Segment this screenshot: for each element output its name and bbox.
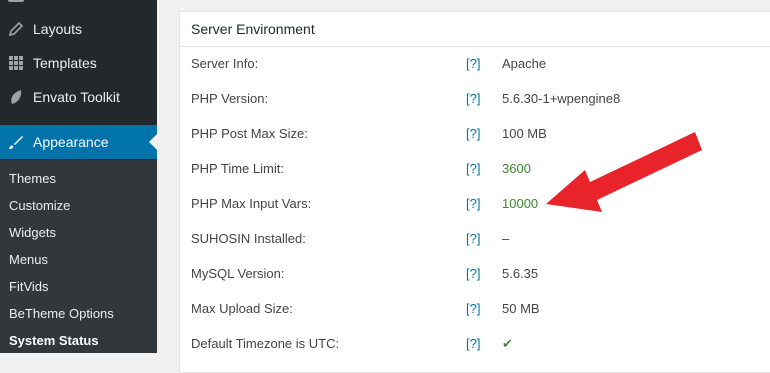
appearance-submenu: Themes Customize Widgets Menus FitVids B… [0, 160, 157, 353]
row-label: PHP Max Input Vars: [191, 196, 312, 211]
help-link[interactable]: [?] [466, 336, 480, 351]
table-row: Max Upload Size: [?] 50 MB [180, 292, 770, 327]
row-label: PHP Version: [191, 91, 269, 106]
submenu-item-themes[interactable]: Themes [9, 169, 56, 189]
row-label: PHP Post Max Size: [191, 126, 308, 141]
row-label: Default Timezone is UTC: [191, 336, 340, 351]
row-value: Apache [502, 56, 547, 71]
row-value: 5.6.30-1+wpengine8 [502, 91, 621, 106]
help-link[interactable]: [?] [466, 266, 480, 281]
table-row: MySQL Version: [?] 5.6.35 [180, 257, 770, 292]
help-link[interactable]: [?] [466, 231, 480, 246]
leaf-icon [6, 87, 26, 107]
menu-item-layouts[interactable]: Layouts [0, 12, 157, 46]
menu-item-label: Appearance [33, 134, 109, 150]
menu-icon [8, 0, 24, 2]
submenu-item-betheme-options[interactable]: BeTheme Options [9, 304, 114, 324]
pencil-icon [6, 19, 26, 39]
panel-title: Server Environment [180, 12, 770, 47]
row-value: – [502, 231, 510, 246]
table-row: SUHOSIN Installed: [?] – [180, 222, 770, 257]
menu-item-label: Layouts [33, 21, 83, 37]
checkmark-icon: ✔ [502, 336, 513, 351]
help-link[interactable]: [?] [466, 196, 480, 211]
help-link[interactable]: [?] [466, 161, 480, 176]
submenu-item-customize[interactable]: Customize [9, 196, 70, 216]
row-label: PHP Time Limit: [191, 161, 284, 176]
help-link[interactable]: [?] [466, 91, 480, 106]
row-value: 5.6.35 [502, 266, 539, 281]
menu-item-appearance[interactable]: Appearance [0, 125, 157, 159]
help-link[interactable]: [?] [466, 301, 480, 316]
grid-icon [6, 53, 26, 73]
row-value: 3600 [502, 161, 531, 176]
red-arrow-icon [546, 132, 702, 212]
menu-item-envato-toolkit[interactable]: Envato Toolkit [0, 80, 157, 114]
row-label: Server Info: [191, 56, 259, 71]
row-value: 50 MB [502, 301, 540, 316]
submenu-item-system-status[interactable]: System Status [9, 331, 99, 351]
help-link[interactable]: [?] [466, 56, 480, 71]
table-row: Default Timezone is UTC: [?] ✔ [180, 327, 770, 362]
menu-item-label: Envato Toolkit [33, 89, 120, 105]
paintbrush-icon [6, 132, 26, 152]
submenu-item-widgets[interactable]: Widgets [9, 223, 56, 243]
row-value: 10000 [502, 196, 539, 211]
active-pointer [149, 134, 157, 150]
menu-item-templates[interactable]: Templates [0, 46, 157, 80]
submenu-item-menus[interactable]: Menus [9, 250, 48, 270]
table-row: PHP Version: [?] 5.6.30-1+wpengine8 [180, 82, 770, 117]
admin-sidebar: Layouts Templates Envato Toolkit Appeara… [0, 0, 157, 353]
submenu-item-fitvids[interactable]: FitVids [9, 277, 49, 297]
help-link[interactable]: [?] [466, 126, 480, 141]
table-row: Server Info: [?] Apache [180, 47, 770, 82]
menu-item-label: Templates [33, 55, 97, 71]
row-label: Max Upload Size: [191, 301, 293, 316]
row-label: MySQL Version: [191, 266, 285, 281]
row-label: SUHOSIN Installed: [191, 231, 306, 246]
